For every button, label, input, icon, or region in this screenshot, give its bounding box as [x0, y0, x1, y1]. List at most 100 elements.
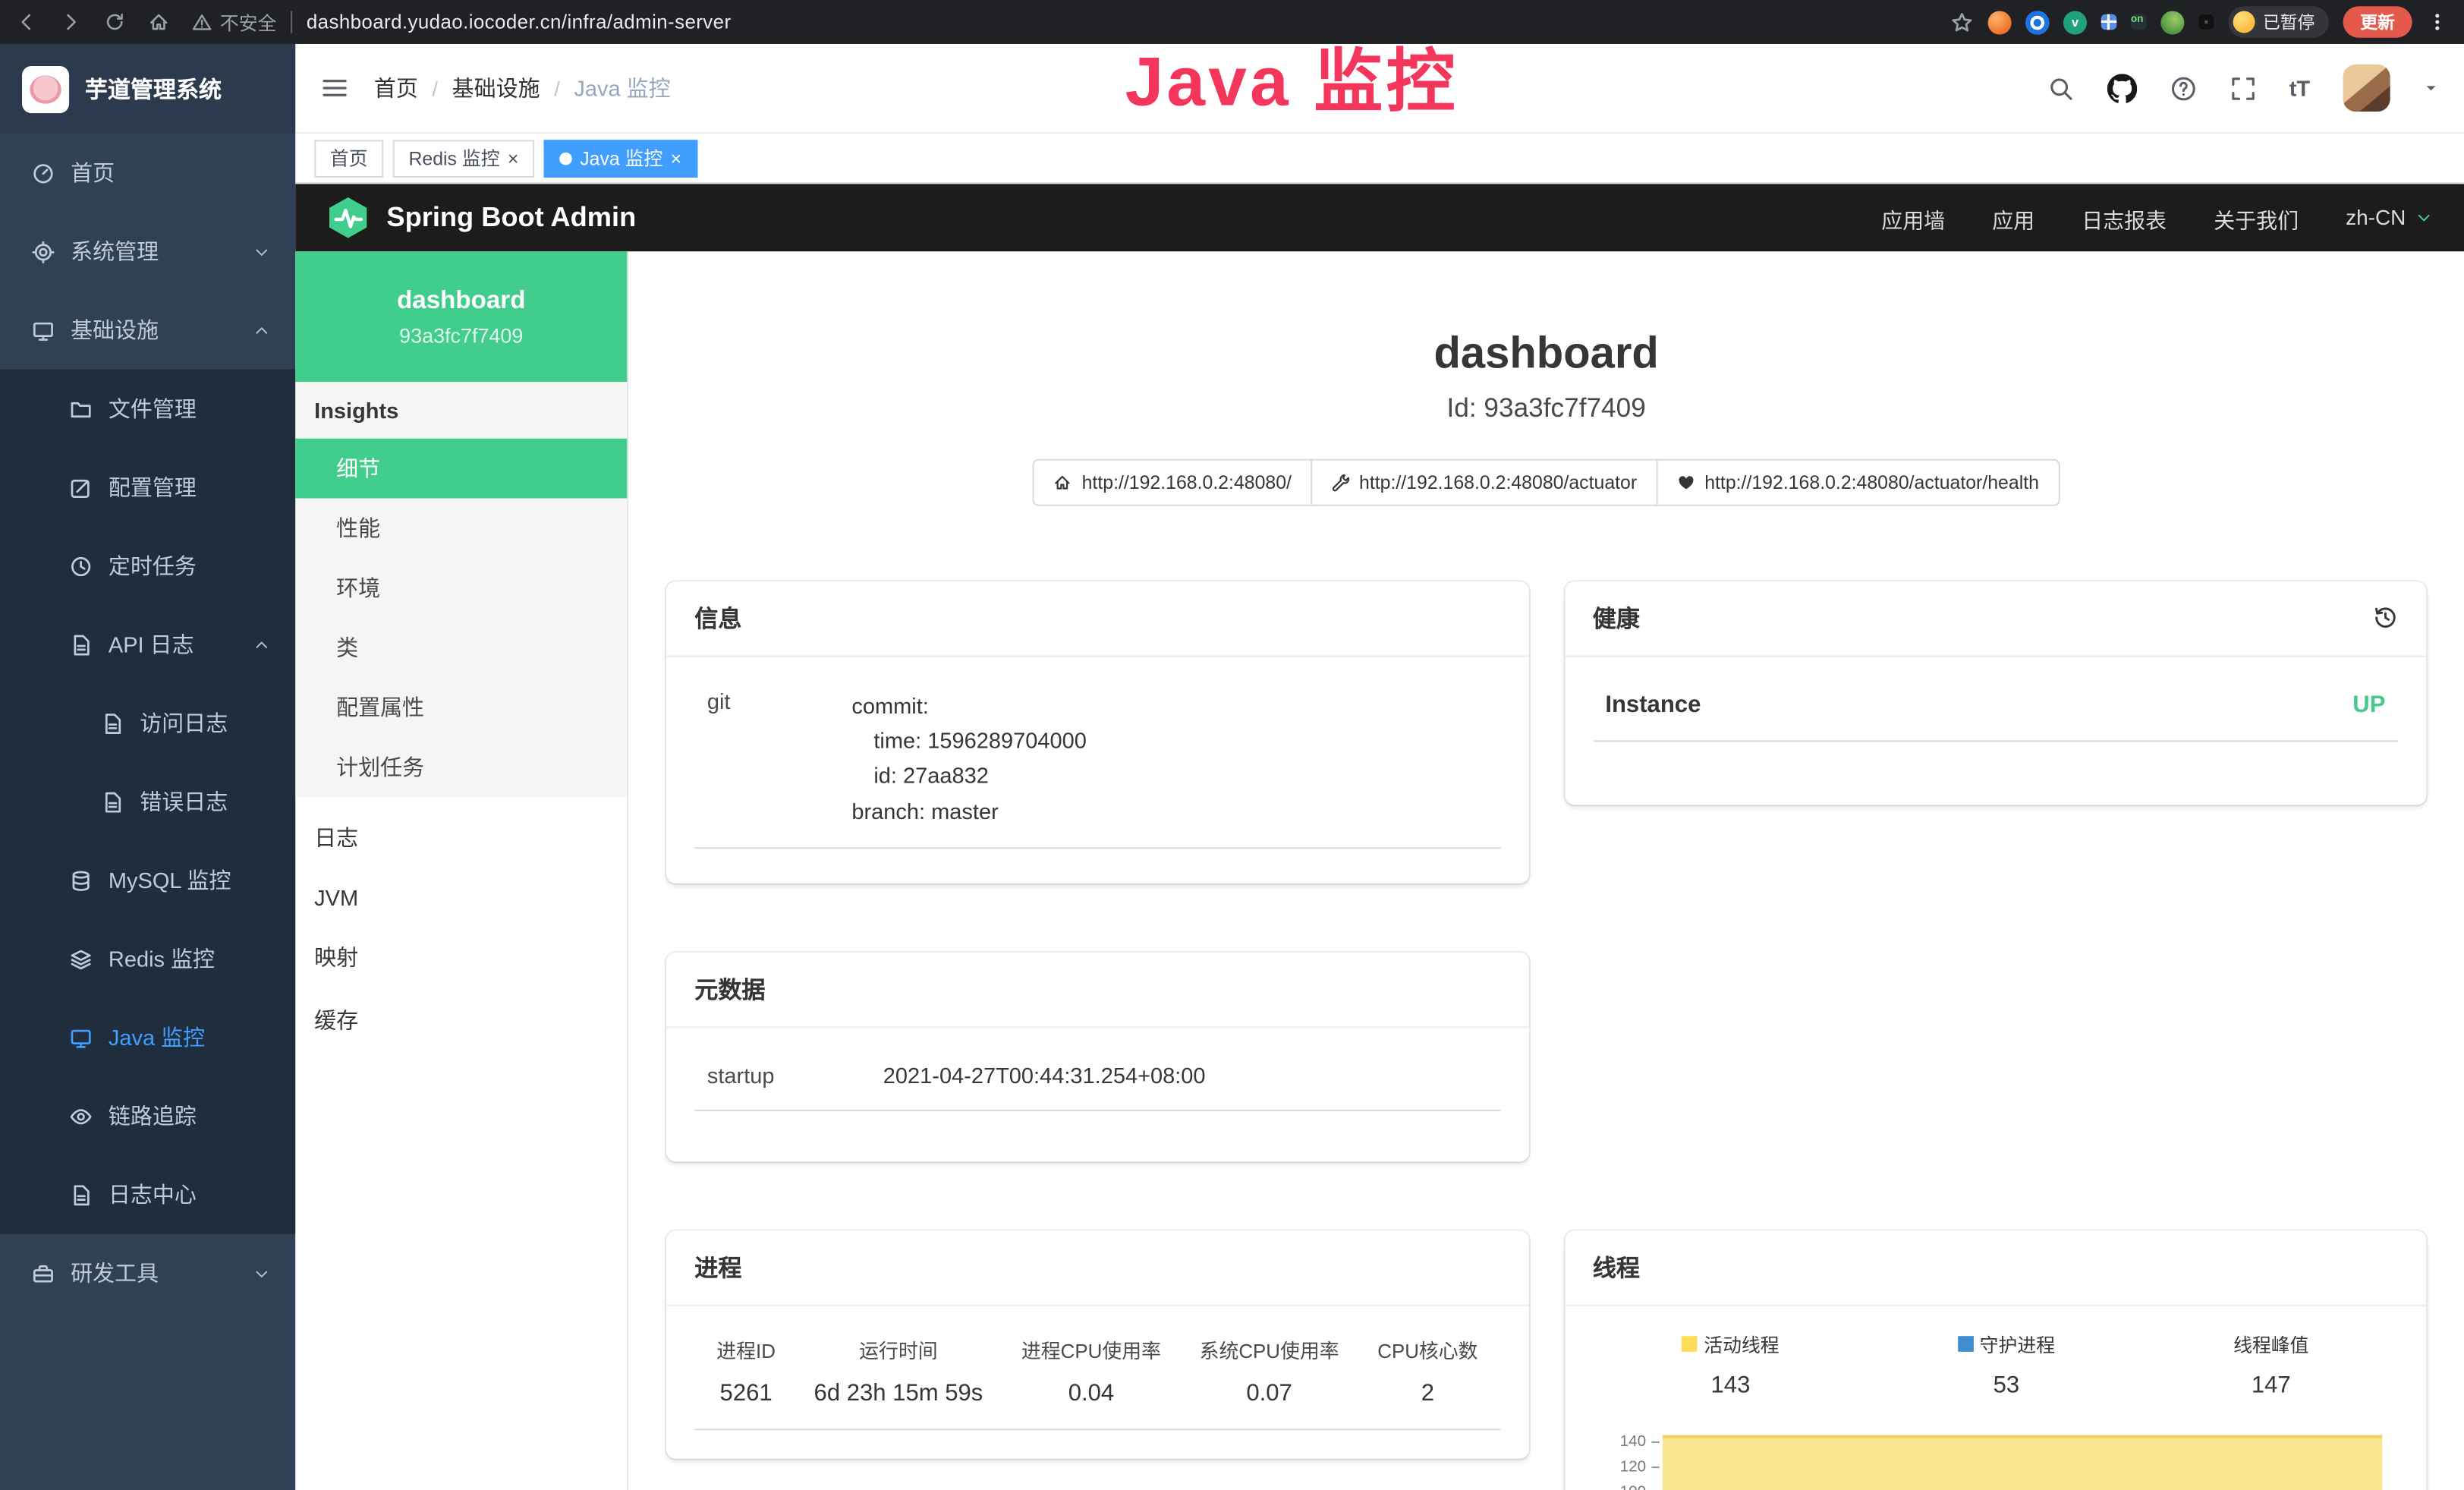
font-size-icon[interactable] — [2289, 75, 2310, 100]
locale-selector[interactable]: zh-CN — [2346, 206, 2432, 229]
sidebar-item-infrastructure[interactable]: 基础设施 — [0, 291, 295, 370]
browser-menu-icon[interactable] — [2426, 11, 2448, 33]
grid-extension-icon[interactable] — [2101, 14, 2117, 30]
info-card-body: git commit: time: 1596289704000 id: 27aa… — [666, 657, 1528, 877]
sba-item-caches[interactable]: 缓存 — [295, 989, 627, 1052]
sidebar-item-home[interactable]: 首页 — [0, 134, 295, 213]
sidebar-item-scheduled-jobs[interactable]: 定时任务 — [0, 527, 295, 606]
legend-live-threads: 活动线程 143 — [1682, 1331, 1779, 1398]
tab-home[interactable]: 首页 — [314, 139, 383, 177]
system-cpu: 系统CPU使用率 0.07 — [1200, 1334, 1339, 1406]
document-icon — [101, 711, 124, 735]
github-icon[interactable] — [2107, 73, 2136, 102]
document-icon — [101, 790, 124, 814]
health-card-body: Instance UP — [1564, 657, 2426, 770]
sidebar-item-tracing[interactable]: 链路追踪 — [0, 1076, 295, 1155]
sidebar-item-mysql-monitor[interactable]: MySQL 监控 — [0, 841, 295, 920]
sba-nav-journal[interactable]: 日志报表 — [2082, 202, 2167, 233]
home-icon — [1053, 472, 1072, 491]
paused-label: 已暂停 — [2263, 9, 2315, 34]
fox-extension-icon[interactable] — [1988, 10, 2012, 33]
clock-icon — [69, 554, 93, 578]
sidebar-item-error-logs[interactable]: 错误日志 — [0, 762, 295, 841]
browser-nav-buttons — [16, 11, 170, 33]
back-icon[interactable] — [16, 11, 38, 33]
sba-brand[interactable]: Spring Boot Admin — [327, 195, 636, 241]
info-card-header: 信息 — [666, 581, 1528, 656]
hamburger-icon[interactable] — [320, 74, 348, 102]
close-icon[interactable]: × — [508, 149, 519, 168]
sidebar-item-dev-tools[interactable]: 研发工具 — [0, 1234, 295, 1313]
sba-item-environment[interactable]: 环境 — [295, 558, 627, 618]
drop-extension-icon[interactable] — [2025, 10, 2049, 33]
admin-sidebar: 芋道管理系统 首页 系统管理 基础设施 文件管理 — [0, 44, 295, 1490]
history-icon[interactable] — [2373, 605, 2398, 630]
breadcrumb-home[interactable]: 首页 — [374, 72, 418, 103]
sba-section-insights: Insights — [295, 382, 627, 439]
sba-item-config-props[interactable]: 配置属性 — [295, 678, 627, 738]
metadata-card: 元数据 startup 2021-04-27T00:44:31.254+08:0… — [666, 952, 1528, 1161]
process-metrics-row: 进程ID 5261 运行时间 6d 23h 15m 59s — [694, 1315, 1499, 1429]
sidebar-item-file-management[interactable]: 文件管理 — [0, 370, 295, 449]
sidebar-item-java-monitor[interactable]: Java 监控 — [0, 998, 295, 1077]
health-instance-row: Instance UP — [1593, 666, 2398, 741]
sba-item-logs[interactable]: 日志 — [295, 806, 627, 869]
sba-nav-wallboard[interactable]: 应用墙 — [1881, 202, 1945, 233]
metadata-card-body: startup 2021-04-27T00:44:31.254+08:00 — [666, 1027, 1528, 1139]
sba-item-beans[interactable]: 类 — [295, 618, 627, 678]
bookmark-star-icon[interactable] — [1950, 10, 1974, 33]
sidebar-item-redis-monitor[interactable]: Redis 监控 — [0, 919, 295, 998]
breadcrumb-java-monitor: Java 监控 — [574, 72, 670, 103]
forward-icon[interactable] — [60, 11, 82, 33]
process-card-body: 进程ID 5261 运行时间 6d 23h 15m 59s — [666, 1306, 1528, 1458]
app-title: 芋道管理系统 — [85, 72, 222, 105]
instance-health-link[interactable]: http://192.168.0.2:48080/actuator/health — [1656, 458, 2060, 506]
vue-devtools-extension-icon[interactable] — [2063, 10, 2087, 33]
document-icon — [69, 1183, 93, 1206]
app-frame: 芋道管理系统 首页 系统管理 基础设施 文件管理 — [0, 44, 2464, 1490]
profile-sync-paused-chip[interactable]: 已暂停 — [2228, 6, 2329, 37]
legend-daemon-threads: 守护进程 53 — [1958, 1331, 2055, 1398]
security-indicator[interactable]: 不安全 — [192, 8, 277, 35]
sidebar-item-config-management[interactable]: 配置管理 — [0, 448, 295, 527]
sidebar-item-access-logs[interactable]: 访问日志 — [0, 684, 295, 763]
tab-java-monitor[interactable]: Java 监控 × — [544, 139, 697, 177]
sidebar-item-system-management[interactable]: 系统管理 — [0, 213, 295, 291]
sba-nav-applications[interactable]: 应用 — [1992, 202, 2034, 233]
sba-sidebar: dashboard 93a3fc7f7409 Insights 细节 性能 环境… — [295, 251, 628, 1490]
breadcrumb-infrastructure[interactable]: 基础设施 — [452, 72, 540, 103]
address-bar[interactable]: dashboard.yudao.iocoder.cn/infra/admin-s… — [307, 11, 732, 33]
search-icon[interactable] — [2047, 74, 2074, 101]
leaf-extension-icon[interactable] — [2160, 10, 2184, 33]
close-icon[interactable]: × — [671, 149, 682, 168]
sba-nav-about[interactable]: 关于我们 — [2214, 202, 2299, 233]
instance-home-link[interactable]: http://192.168.0.2:48080/ — [1033, 458, 1311, 506]
dashboard-icon — [31, 161, 55, 184]
eye-icon — [69, 1104, 93, 1128]
spring-boot-admin: Spring Boot Admin 应用墙 应用 日志报表 关于我们 zh-CN — [295, 184, 2464, 1490]
sba-item-mappings[interactable]: 映射 — [295, 926, 627, 989]
instance-actuator-link[interactable]: http://192.168.0.2:48080/actuator — [1311, 458, 1657, 506]
refresh-icon[interactable] — [104, 11, 126, 33]
tab-redis-monitor[interactable]: Redis 监控 × — [393, 139, 534, 177]
sba-root-group: 日志 JVM 映射 缓存 — [295, 797, 627, 1051]
avatar[interactable] — [2343, 65, 2390, 112]
sba-item-details[interactable]: 细节 — [295, 439, 627, 499]
help-icon[interactable] — [2170, 74, 2196, 101]
sba-item-scheduled-tasks[interactable]: 计划任务 — [295, 737, 627, 797]
app-logo-row[interactable]: 芋道管理系统 — [0, 44, 295, 134]
switch-on-extension-icon[interactable] — [2131, 14, 2147, 30]
sba-instance-header[interactable]: dashboard 93a3fc7f7409 — [295, 251, 627, 382]
sba-body: dashboard 93a3fc7f7409 Insights 细节 性能 环境… — [295, 251, 2464, 1490]
home-icon[interactable] — [148, 11, 170, 33]
sidebar-item-log-center[interactable]: 日志中心 — [0, 1155, 295, 1234]
sba-item-jvm[interactable]: JVM — [295, 869, 627, 926]
paw-extension-icon[interactable] — [2198, 14, 2214, 30]
sidebar-item-api-logs[interactable]: API 日志 — [0, 605, 295, 684]
caret-down-icon[interactable] — [2423, 80, 2439, 96]
sba-item-metrics[interactable]: 性能 — [295, 498, 627, 558]
fullscreen-icon[interactable] — [2230, 74, 2256, 101]
chevron-up-icon — [253, 636, 270, 654]
chrome-update-button[interactable]: 更新 — [2343, 6, 2412, 37]
cards-grid: 信息 git commit: time: 1596289704000 id: 2 — [628, 581, 2464, 1490]
